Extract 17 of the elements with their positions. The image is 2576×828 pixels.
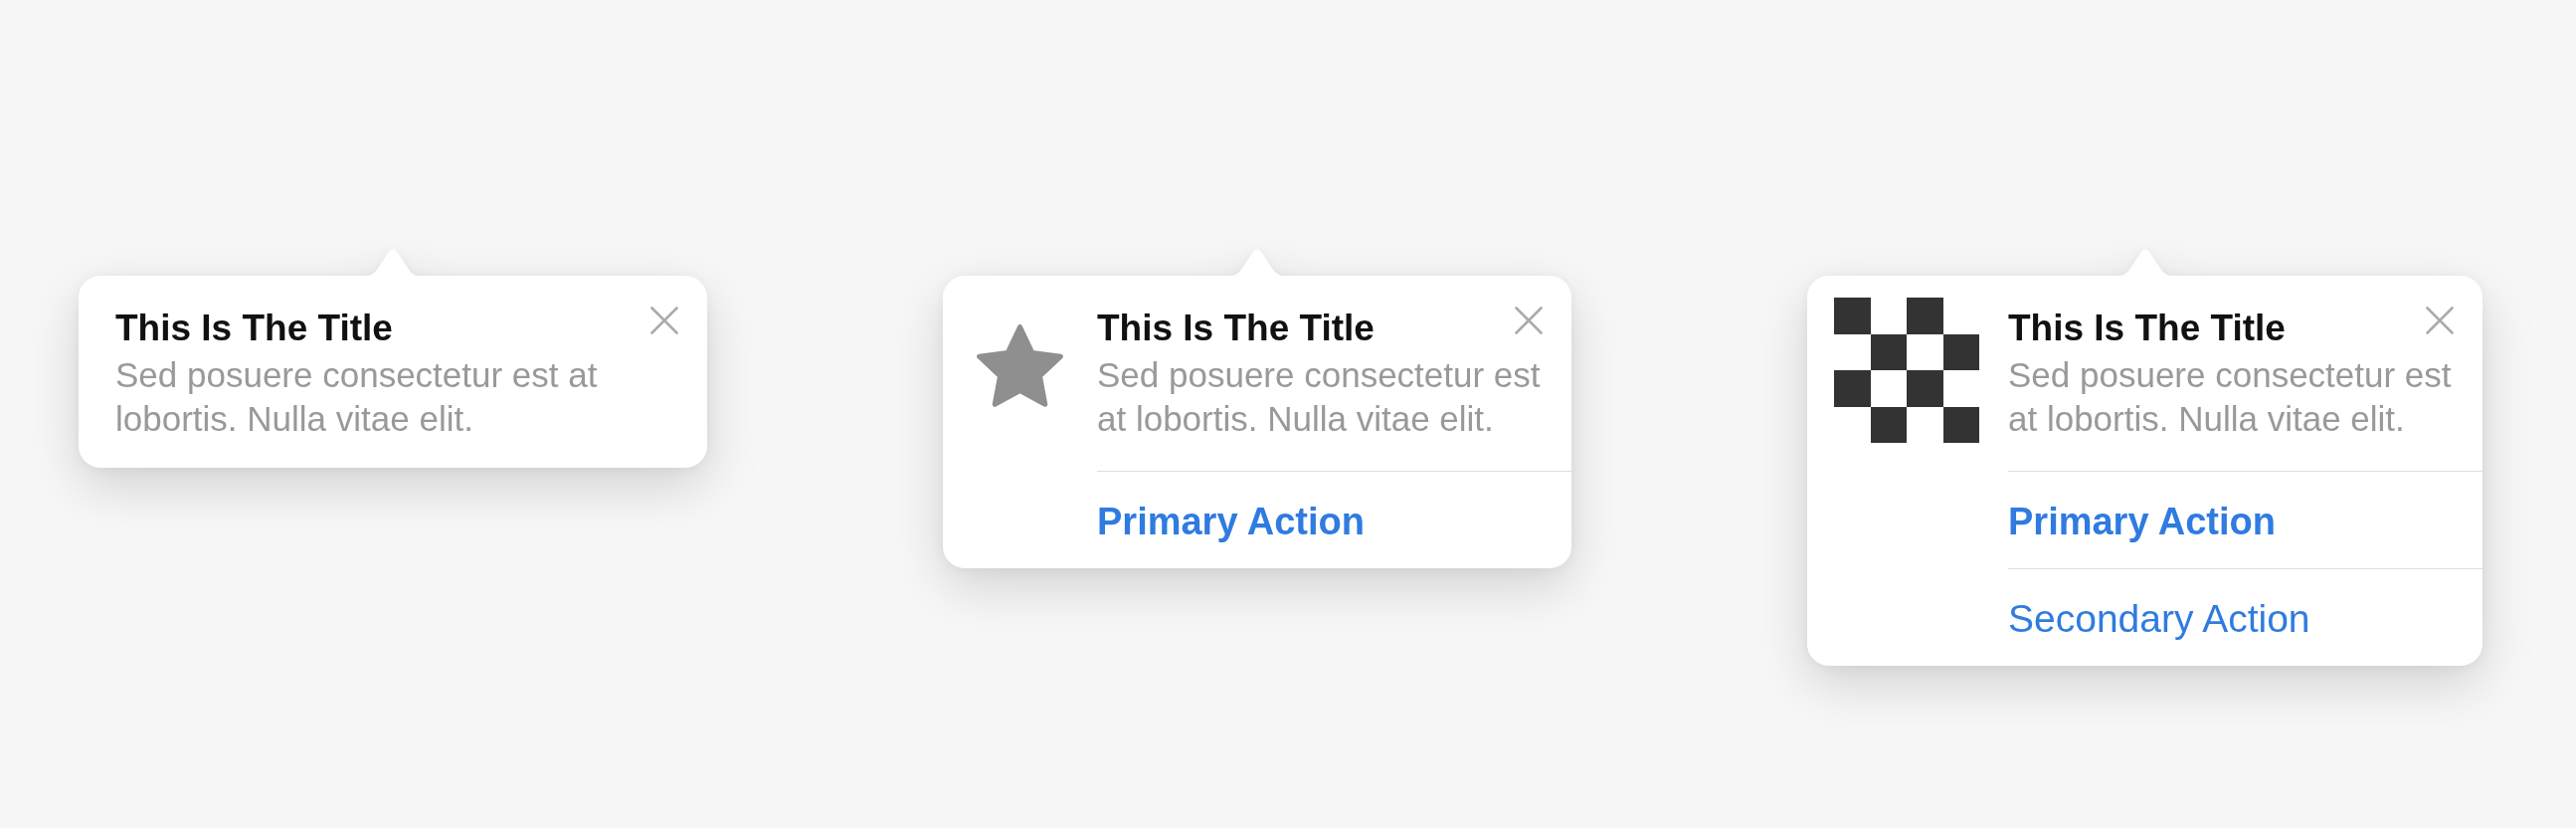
close-button[interactable] bbox=[650, 307, 678, 334]
popover-title: This Is The Title bbox=[1097, 307, 1376, 350]
popover-message: Sed posuere consectetur est at lobortis. Nulla vitae elit. bbox=[1097, 354, 1542, 440]
close-button[interactable] bbox=[2426, 307, 2454, 334]
popover-message: Sed posuere consectetur est at lobortis. Nulla vitae elit. bbox=[2008, 354, 2453, 440]
close-icon bbox=[2426, 307, 2454, 334]
action-button[interactable]: Primary Action bbox=[1097, 500, 1365, 543]
close-button[interactable] bbox=[1515, 307, 1543, 334]
close-icon bbox=[650, 307, 678, 334]
star-icon bbox=[977, 324, 1063, 407]
action-button[interactable]: Primary Action bbox=[2008, 500, 2276, 543]
checkerboard-icon bbox=[1834, 298, 1979, 443]
popover-title: This Is The Title bbox=[2008, 307, 2287, 350]
popover-message: Sed posuere consectetur est at lobortis. Nulla vitae elit. bbox=[115, 354, 599, 440]
popover-title: This Is The Title bbox=[115, 307, 394, 350]
close-icon bbox=[1515, 307, 1543, 334]
action-button[interactable]: Secondary Action bbox=[2008, 597, 2310, 641]
